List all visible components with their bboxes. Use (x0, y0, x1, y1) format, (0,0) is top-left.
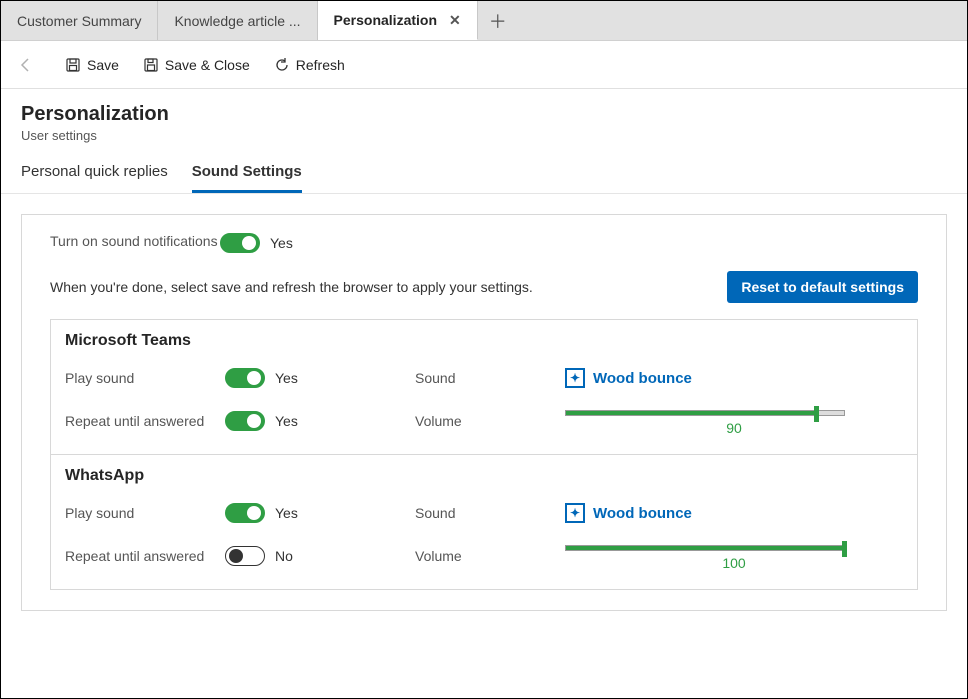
subtab-sound-settings[interactable]: Sound Settings (192, 157, 302, 193)
tab-bar: Customer Summary Knowledge article ... P… (1, 1, 967, 41)
channel-list: Microsoft Teams Play sound Yes Sound ✦ W… (50, 319, 918, 590)
new-tab-button[interactable]: ＋ (478, 1, 518, 40)
turn-on-label: Turn on sound notifications (50, 233, 220, 249)
channel-section-teams: Microsoft Teams Play sound Yes Sound ✦ W… (51, 320, 917, 455)
slider-value: 100 (722, 555, 745, 571)
whatsapp-play-sound-toggle[interactable] (225, 503, 265, 523)
volume-label: Volume (415, 548, 555, 564)
toggle-value: Yes (275, 370, 298, 386)
subtab-label: Personal quick replies (21, 163, 168, 180)
save-close-label: Save & Close (165, 57, 250, 73)
refresh-button[interactable]: Refresh (264, 51, 355, 79)
sound-name: Wood bounce (593, 505, 692, 522)
toggle-value: Yes (275, 505, 298, 521)
turn-on-value: Yes (270, 235, 293, 251)
turn-on-row: Turn on sound notifications Yes (50, 227, 918, 271)
volume-label: Volume (415, 413, 555, 429)
page-subtitle: User settings (21, 128, 947, 143)
command-bar: Save Save & Close Refresh (1, 41, 967, 89)
repeat-label: Repeat until answered (65, 413, 215, 429)
page-title: Personalization (21, 103, 947, 126)
save-label: Save (87, 57, 119, 73)
tab-label: Customer Summary (17, 13, 141, 29)
teams-play-sound-toggle[interactable] (225, 368, 265, 388)
toggle-value: No (275, 548, 293, 564)
turn-on-toggle[interactable] (220, 233, 260, 253)
toggle-value: Yes (275, 413, 298, 429)
channel-section-whatsapp: WhatsApp Play sound Yes Sound ✦ Wood bou… (51, 455, 917, 590)
reset-button[interactable]: Reset to default settings (727, 271, 918, 303)
play-sound-label: Play sound (65, 505, 215, 521)
arrow-left-icon (18, 57, 34, 73)
plus-icon: ＋ (489, 8, 507, 34)
save-and-close-button[interactable]: Save & Close (133, 51, 260, 79)
tab-customer-summary[interactable]: Customer Summary (1, 1, 158, 40)
back-button[interactable] (11, 50, 41, 80)
subtab-quick-replies[interactable]: Personal quick replies (21, 157, 168, 193)
tab-knowledge-article[interactable]: Knowledge article ... (158, 1, 317, 40)
sound-settings-panel: Turn on sound notifications Yes When you… (21, 214, 947, 611)
save-close-icon (143, 57, 159, 73)
teams-repeat-toggle[interactable] (225, 411, 265, 431)
teams-sound-picker[interactable]: ✦ Wood bounce (565, 368, 903, 388)
sound-preset-icon: ✦ (565, 503, 585, 523)
content-area: Turn on sound notifications Yes When you… (1, 194, 967, 631)
sound-name: Wood bounce (593, 370, 692, 387)
sound-label: Sound (415, 370, 555, 386)
sound-label: Sound (415, 505, 555, 521)
help-row: When you're done, select save and refres… (50, 271, 918, 303)
whatsapp-sound-picker[interactable]: ✦ Wood bounce (565, 503, 903, 523)
whatsapp-play-sound-row: Play sound Yes Sound ✦ Wood bounce (65, 503, 903, 523)
save-button[interactable]: Save (55, 51, 129, 79)
help-text: When you're done, select save and refres… (50, 279, 533, 295)
whatsapp-volume-slider[interactable]: 100 (565, 545, 903, 567)
page-header: Personalization User settings (1, 89, 967, 143)
whatsapp-repeat-row: Repeat until answered No Volume 100 (65, 545, 903, 567)
subtab-label: Sound Settings (192, 163, 302, 180)
repeat-label: Repeat until answered (65, 548, 215, 564)
teams-volume-slider[interactable]: 90 (565, 410, 903, 432)
teams-play-sound-row: Play sound Yes Sound ✦ Wood bounce (65, 368, 903, 388)
subtab-bar: Personal quick replies Sound Settings (1, 143, 967, 194)
channel-title: WhatsApp (65, 467, 903, 485)
tab-personalization[interactable]: Personalization ✕ (318, 1, 478, 40)
refresh-label: Refresh (296, 57, 345, 73)
play-sound-label: Play sound (65, 370, 215, 386)
slider-value: 90 (726, 420, 742, 436)
sound-preset-icon: ✦ (565, 368, 585, 388)
close-icon[interactable]: ✕ (437, 12, 461, 29)
whatsapp-repeat-toggle[interactable] (225, 546, 265, 566)
refresh-icon (274, 57, 290, 73)
channel-title: Microsoft Teams (65, 332, 903, 350)
reset-label: Reset to default settings (741, 279, 904, 295)
teams-repeat-row: Repeat until answered Yes Volume 90 (65, 410, 903, 432)
save-icon (65, 57, 81, 73)
tab-label: Knowledge article ... (174, 13, 300, 29)
tab-label: Personalization (334, 12, 437, 28)
